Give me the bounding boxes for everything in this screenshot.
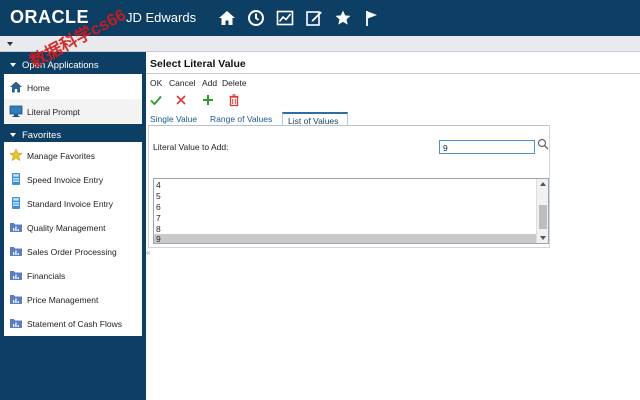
folder-chart-icon	[9, 244, 23, 258]
scrollbar-thumb[interactable]	[539, 205, 547, 229]
page-title: Select Literal Value	[150, 58, 246, 70]
home-icon[interactable]	[218, 9, 236, 27]
list-item[interactable]: 4	[154, 180, 536, 191]
list-item[interactable]: 5	[154, 191, 536, 202]
sidebar-item-label: Manage Favorites	[27, 151, 96, 161]
sidebar-item-literal-prompt[interactable]: Literal Prompt	[4, 99, 142, 123]
sidebar-item-standard-invoice-entry[interactable]: Standard Invoice Entry	[4, 191, 142, 215]
favorites-panel: Manage Favorites Speed Invoice Entry Sta…	[4, 142, 142, 336]
folder-chart-icon	[9, 220, 23, 234]
favorites-title: Favorites	[22, 130, 62, 141]
chevron-down-icon[interactable]	[7, 42, 13, 46]
sidebar-item-quality-management[interactable]: Quality Management	[4, 215, 142, 239]
sidebar-item-label: Speed Invoice Entry	[27, 175, 104, 185]
values-listbox[interactable]: 4 5 6 7 8 9	[153, 178, 549, 244]
sidebar-item-manage-favorites[interactable]: Manage Favorites	[4, 143, 142, 167]
literal-value-input[interactable]	[439, 140, 535, 154]
collapse-panel-icon[interactable]: «	[146, 248, 152, 260]
list-item[interactable]: 6	[154, 202, 536, 213]
sidebar-item-label: Standard Invoice Entry	[27, 199, 113, 209]
list-item[interactable]: 7	[154, 213, 536, 224]
chevron-down-icon	[10, 133, 16, 137]
literal-value-label: Literal Value to Add:	[153, 142, 229, 152]
list-item-selected[interactable]: 9	[154, 234, 536, 243]
product-name: JD Edwards	[126, 10, 197, 25]
star-icon[interactable]	[334, 9, 352, 27]
cancel-menu-item[interactable]: Cancel	[169, 78, 195, 88]
sidebar-item-financials[interactable]: Financials	[4, 263, 142, 287]
listbox-scrollbar[interactable]	[536, 179, 548, 243]
home-icon	[9, 80, 23, 94]
sidebar-item-statement-of-cash-flows[interactable]: Statement of Cash Flows	[4, 311, 142, 335]
scroll-down-icon[interactable]	[540, 236, 546, 240]
tab-content-panel: Literal Value to Add: 4 5 6 7 8 9	[148, 126, 550, 248]
recent-icon[interactable]	[247, 9, 265, 27]
sidebar: Open Applications Home Literal Prompt Fa…	[0, 52, 146, 400]
divider	[146, 73, 640, 74]
open-applications-header[interactable]: Open Applications	[4, 56, 142, 74]
folder-chart-icon	[9, 316, 23, 330]
cancel-x-icon[interactable]	[174, 93, 188, 107]
tab-range-of-values[interactable]: Range of Values	[210, 112, 280, 126]
star-icon	[9, 148, 23, 162]
folder-chart-icon	[9, 268, 23, 282]
chevron-down-icon	[10, 63, 16, 67]
sidebar-item-label: Sales Order Processing	[27, 247, 117, 257]
sidebar-item-label: Home	[27, 83, 50, 93]
flag-icon[interactable]	[363, 9, 381, 27]
add-menu-item[interactable]: Add	[202, 78, 217, 88]
delete-menu-item[interactable]: Delete	[222, 78, 247, 88]
sidebar-item-label: Statement of Cash Flows	[27, 319, 122, 329]
open-applications-panel: Home Literal Prompt	[4, 74, 142, 124]
sidebar-item-sales-order-processing[interactable]: Sales Order Processing	[4, 239, 142, 263]
search-icon[interactable]	[537, 138, 549, 150]
calculator-icon	[9, 196, 23, 210]
ok-menu-item[interactable]: OK	[150, 78, 162, 88]
sidebar-item-home[interactable]: Home	[4, 75, 142, 99]
calculator-icon	[9, 172, 23, 186]
tab-list-of-values[interactable]: List of Values	[282, 112, 348, 126]
ok-checkmark-icon[interactable]	[149, 93, 163, 107]
scroll-up-icon[interactable]	[540, 182, 546, 186]
monitor-icon	[9, 104, 23, 118]
delete-trash-icon[interactable]	[227, 93, 241, 107]
tab-single-value[interactable]: Single Value	[150, 112, 206, 126]
chart-icon[interactable]	[276, 9, 294, 27]
main-content: Select Literal Value OK Cancel Add Delet…	[146, 52, 640, 400]
sidebar-item-label: Literal Prompt	[27, 107, 80, 117]
add-plus-icon[interactable]	[201, 93, 215, 107]
sidebar-item-label: Quality Management	[27, 223, 106, 233]
sidebar-item-label: Price Management	[27, 295, 99, 305]
sidebar-item-price-management[interactable]: Price Management	[4, 287, 142, 311]
edit-icon[interactable]	[305, 9, 323, 27]
sidebar-item-speed-invoice-entry[interactable]: Speed Invoice Entry	[4, 167, 142, 191]
sidebar-item-label: Financials	[27, 271, 66, 281]
folder-chart-icon	[9, 292, 23, 306]
